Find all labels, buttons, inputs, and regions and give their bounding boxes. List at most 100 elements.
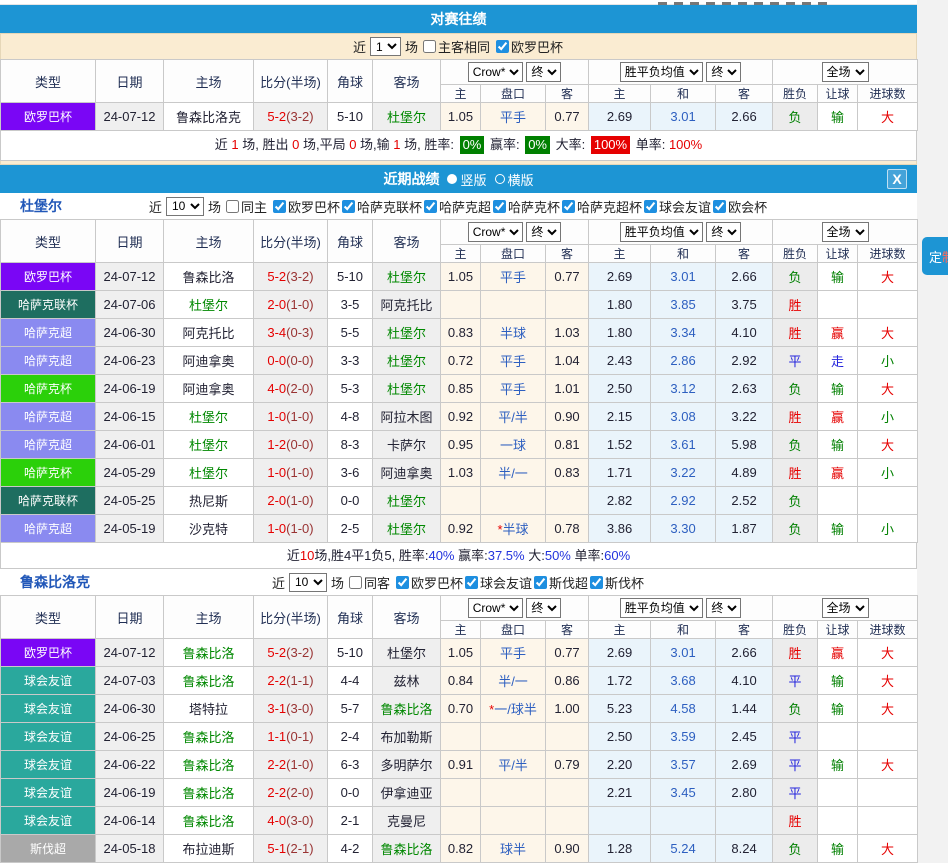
customize-tab[interactable]: 定制 [922,237,948,275]
close-icon[interactable]: X [887,169,907,189]
away-odds-cell: 0.81 [546,431,589,459]
league-checkbox[interactable] [465,576,478,589]
handicap-result-cell [818,723,858,751]
league-filter-option[interactable]: 欧罗巴杯 [496,37,563,56]
away-team-cell: 卡萨尔 [373,431,441,459]
date-cell: 24-06-14 [96,807,164,835]
vertical-radio-icon[interactable] [447,174,457,184]
same-home-checkbox[interactable] [226,200,239,213]
bookmaker-select[interactable]: Crow* [468,62,523,82]
home-odds-cell: 0.91 [441,751,481,779]
corner-cell: 2-5 [328,515,373,543]
horizontal-radio-label[interactable]: 横版 [508,170,534,189]
league-filter-option[interactable]: 欧会杯 [713,197,767,216]
league-filter-option[interactable]: 哈萨克杯 [493,197,560,216]
league-checkbox[interactable] [713,200,726,213]
same-venue-checkbox[interactable] [423,40,436,53]
odds-group-header: Crow* 终 [441,596,589,621]
col-handicap-result: 让球 [818,85,858,103]
avg-draw-cell [651,807,716,835]
league-checkbox[interactable] [273,200,286,213]
horizontal-radio-icon[interactable] [495,174,505,184]
lu-table: 类型 日期 主场 比分(半场) 角球 客场 Crow* 终 胜平负均值 终 全场 [0,595,918,863]
score-cell: 4-0(3-0) [254,807,328,835]
date-cell: 24-05-19 [96,515,164,543]
same-away-option[interactable]: 同客 [349,573,390,592]
avg-select[interactable]: 胜平负均值 [620,598,703,618]
league-checkbox[interactable] [496,40,509,53]
handicap-result-cell: 输 [818,103,858,131]
avg-select[interactable]: 胜平负均值 [620,62,703,82]
scope-select[interactable]: 全场 [822,62,869,82]
league-filter-option[interactable]: 哈萨克联杯 [342,197,422,216]
league-cell: 哈萨克超 [1,431,96,459]
league-filter-option[interactable]: 球会友谊 [465,573,532,592]
goals-result-cell: 大 [858,695,918,723]
col-avg-away: 客 [716,621,773,639]
league-filter-option[interactable]: 球会友谊 [644,197,711,216]
result-cell: 平 [773,347,818,375]
same-venue-option[interactable]: 主客相同 [423,37,490,56]
match-count-select[interactable]: 1 [370,37,401,56]
odds-time-select[interactable]: 终 [526,222,561,242]
goals-result-cell: 大 [858,375,918,403]
date-cell: 24-06-30 [96,695,164,723]
avg-select[interactable]: 胜平负均值 [620,222,703,242]
league-checkbox[interactable] [424,200,437,213]
avg-away-cell: 4.10 [716,667,773,695]
match-count-select[interactable]: 10 [289,573,327,592]
league-filter-option[interactable]: 斯伐超 [534,573,588,592]
match-count-select[interactable]: 10 [166,197,204,216]
home-team-cell: 杜堡尔 [164,431,254,459]
vertical-radio-label[interactable]: 竖版 [460,170,486,189]
avg-time-select[interactable]: 终 [706,62,741,82]
bookmaker-select[interactable]: Crow* [468,598,523,618]
col-type: 类型 [1,596,96,639]
league-checkbox[interactable] [644,200,657,213]
league-checkbox[interactable] [342,200,355,213]
corner-cell: 8-3 [328,431,373,459]
summary-segment: 1 [231,137,238,152]
date-cell: 24-07-12 [96,639,164,667]
league-filter-option[interactable]: 哈萨克超 [424,197,491,216]
result-cell: 平 [773,667,818,695]
col-handicap: 盘口 [481,85,546,103]
scope-select[interactable]: 全场 [822,222,869,242]
home-odds-cell [441,723,481,751]
league-filter-option[interactable]: 欧罗巴杯 [396,573,463,592]
away-odds-cell [546,779,589,807]
avg-away-cell: 3.75 [716,291,773,319]
league-checkbox[interactable] [562,200,575,213]
away-team-cell: 阿克托比 [373,291,441,319]
h2h-summary: 近 1 场, 胜出 0 场,平局 0 场,输 1 场, 胜率: 0% 赢率: 0… [0,131,917,161]
goals-result-cell [858,779,918,807]
summary-segment: 60% [604,548,630,563]
league-checkbox[interactable] [493,200,506,213]
corner-cell: 3-3 [328,347,373,375]
league-filter-option[interactable]: 欧罗巴杯 [273,197,340,216]
avg-time-select[interactable]: 终 [706,222,741,242]
away-odds-cell: 0.86 [546,667,589,695]
avg-time-select[interactable]: 终 [706,598,741,618]
league-checkbox[interactable] [534,576,547,589]
same-away-checkbox[interactable] [349,576,362,589]
league-filter-option[interactable]: 哈萨克超杯 [562,197,642,216]
bookmaker-select[interactable]: Crow* [468,222,523,242]
league-cell: 哈萨克超 [1,403,96,431]
odds-time-select[interactable]: 终 [526,62,561,82]
league-filter-option[interactable]: 斯伐杯 [590,573,644,592]
handicap-result-cell: 输 [818,751,858,779]
league-checkbox-label: 哈萨克超 [439,197,491,216]
league-checkbox[interactable] [590,576,603,589]
scope-select[interactable]: 全场 [822,598,869,618]
avg-away-cell: 2.66 [716,639,773,667]
customize-tab-label-2: 制 [942,247,948,266]
league-checkbox[interactable] [396,576,409,589]
odds-time-select[interactable]: 终 [526,598,561,618]
corner-cell: 2-1 [328,807,373,835]
home-odds-cell [441,487,481,515]
avg-draw-cell: 3.01 [651,263,716,291]
result-cell: 胜 [773,639,818,667]
away-team-cell: 杜堡尔 [373,487,441,515]
same-home-option[interactable]: 同主 [226,197,267,216]
